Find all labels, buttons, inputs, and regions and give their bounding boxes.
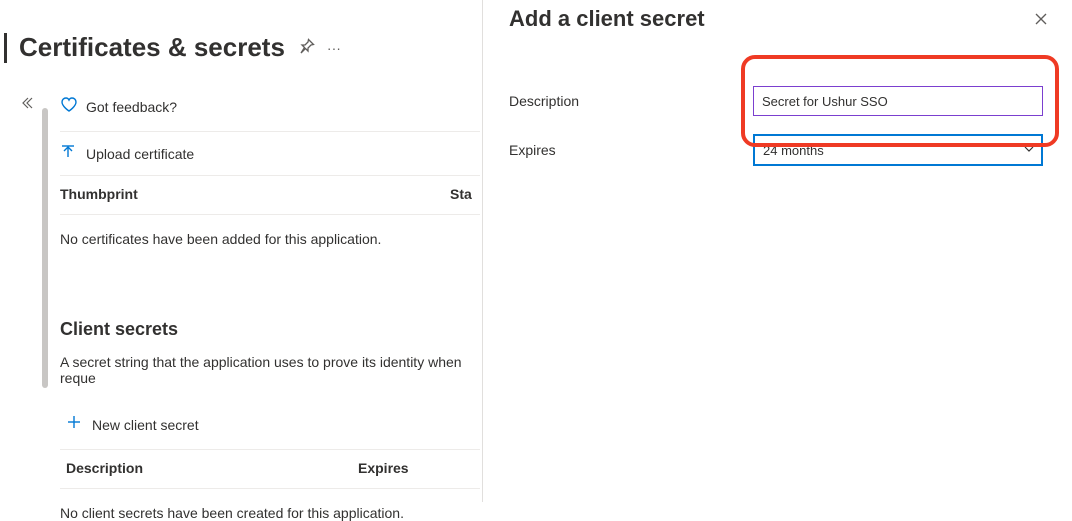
column-expires: Expires <box>358 460 480 476</box>
secrets-table-header: Description Expires <box>60 450 480 489</box>
expires-label: Expires <box>509 142 753 158</box>
expires-select[interactable]: 24 months <box>753 134 1043 166</box>
panel-title: Add a client secret <box>509 6 705 32</box>
page-title-row: Certificates & secrets ··· <box>0 0 480 71</box>
pin-icon[interactable] <box>299 38 315 57</box>
upload-certificate-label: Upload certificate <box>86 146 194 162</box>
new-client-secret-button[interactable]: New client secret <box>60 386 480 450</box>
more-icon[interactable]: ··· <box>327 40 341 56</box>
new-client-secret-label: New client secret <box>92 417 199 433</box>
plus-icon <box>66 414 82 435</box>
page-title: Certificates & secrets <box>19 32 285 63</box>
column-thumbprint: Thumbprint <box>60 186 450 202</box>
description-row: Description <box>483 82 1072 120</box>
upload-certificate-button[interactable]: Upload certificate <box>60 132 480 176</box>
scrollbar[interactable] <box>42 108 48 388</box>
feedback-label: Got feedback? <box>86 99 177 115</box>
upload-icon <box>60 144 76 163</box>
secrets-empty-message: No client secrets have been created for … <box>60 489 480 521</box>
add-secret-panel: Add a client secret Description Expires … <box>482 0 1072 502</box>
expires-value: 24 months <box>763 143 824 158</box>
panel-header: Add a client secret <box>483 0 1072 56</box>
client-secrets-description: A secret string that the application use… <box>60 340 480 386</box>
close-icon[interactable] <box>1034 6 1048 31</box>
title-accent-bar <box>4 33 7 63</box>
certificates-empty-message: No certificates have been added for this… <box>60 215 480 247</box>
client-secrets-heading: Client secrets <box>60 247 480 340</box>
expires-row: Expires 24 months <box>483 130 1072 170</box>
main-content: Certificates & secrets ··· Got feedback? <box>0 0 480 502</box>
description-input[interactable] <box>753 86 1043 116</box>
heart-icon <box>60 96 78 117</box>
column-status: Sta <box>450 186 480 202</box>
description-label: Description <box>509 93 753 109</box>
content-scroll-area: Got feedback? Upload certificate Thumbpr… <box>42 88 480 521</box>
column-description: Description <box>66 460 358 476</box>
collapse-chevron-icon[interactable] <box>20 96 34 113</box>
certificates-table-header: Thumbprint Sta <box>60 176 480 215</box>
feedback-link[interactable]: Got feedback? <box>60 88 480 132</box>
